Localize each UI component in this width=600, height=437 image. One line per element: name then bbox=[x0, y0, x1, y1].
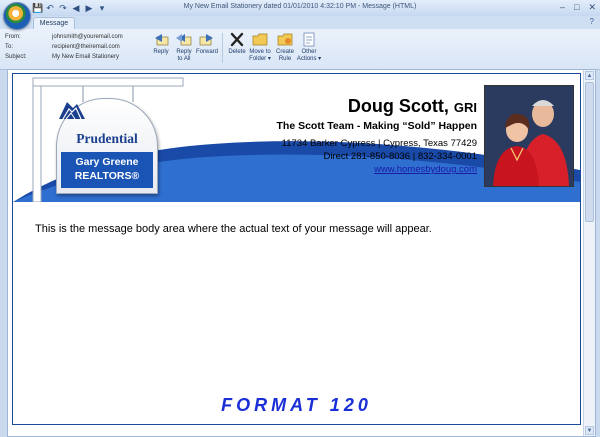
team-tagline: The Scott Team - Making “Sold” Happen bbox=[276, 120, 478, 132]
subject-label: Subject: bbox=[5, 54, 27, 60]
scroll-up-icon[interactable]: ▲ bbox=[585, 71, 594, 80]
document-icon bbox=[301, 32, 317, 47]
realtor-sign: Prudential Gary Greene REALTORS® bbox=[56, 98, 158, 194]
scroll-down-icon[interactable]: ▼ bbox=[585, 426, 594, 435]
reply-all-icon bbox=[176, 32, 192, 47]
agent-designation: GRI bbox=[453, 100, 477, 115]
agent-website-link[interactable]: www.homesbydoug.com bbox=[277, 163, 477, 176]
message-body-pane[interactable]: Prudential Gary Greene REALTORS® Doug Sc… bbox=[7, 69, 596, 437]
minimize-button[interactable]: – bbox=[560, 2, 565, 13]
from-value: johnsmith@youremail.com bbox=[52, 34, 123, 40]
to-value: recipient@theiremail.com bbox=[52, 44, 120, 50]
maximize-button[interactable]: □ bbox=[574, 2, 579, 13]
window-controls: – □ ✕ bbox=[560, 2, 596, 13]
subject-value: My New Email Stationery bbox=[52, 54, 120, 60]
vertical-scrollbar[interactable]: ▲ ▼ bbox=[583, 70, 595, 436]
close-button[interactable]: ✕ bbox=[588, 2, 596, 13]
window-title: My New Email Stationery dated 01/01/2010… bbox=[183, 3, 417, 10]
scroll-thumb[interactable] bbox=[585, 82, 594, 222]
delete-icon bbox=[229, 32, 245, 47]
ribbon: From: To: Subject: johnsmith@youremail.c… bbox=[0, 29, 600, 70]
stationery-banner: Prudential Gary Greene REALTORS® Doug Sc… bbox=[13, 74, 580, 202]
format-label: FORMAT 120 bbox=[221, 395, 372, 415]
ribbon-tabs: Message ? bbox=[0, 16, 600, 30]
rule-icon bbox=[277, 32, 293, 47]
brokerage-label: Gary Greene REALTORS® bbox=[61, 152, 153, 188]
agent-address: 11734 Barker Cypress | Cypress, Texas 77… bbox=[281, 138, 477, 149]
title-bar: 💾 ↶ ↷ ◀ ▶ ▾ My New Email Stationery date… bbox=[0, 0, 600, 17]
other-actions-button[interactable]: Other Actions ▾ bbox=[296, 32, 322, 63]
ribbon-separator bbox=[222, 33, 223, 63]
forward-icon bbox=[199, 32, 215, 47]
help-icon[interactable]: ? bbox=[590, 17, 594, 26]
forward-button[interactable]: Forward bbox=[194, 32, 220, 56]
agent-name: Doug Scott, GRI bbox=[347, 96, 477, 116]
couple-photo-graphic bbox=[485, 86, 573, 186]
agent-phone: Direct 281-850-8036 | 832-334-0001 bbox=[323, 151, 477, 162]
reply-icon bbox=[153, 32, 169, 47]
message-body-text[interactable]: This is the message body area where the … bbox=[35, 223, 432, 235]
create-rule-button[interactable]: Create Rule bbox=[272, 32, 298, 63]
agent-photo bbox=[484, 85, 574, 187]
agent-contact-block: Doug Scott, GRI The Scott Team - Making … bbox=[277, 95, 478, 176]
email-stationery: Prudential Gary Greene REALTORS® Doug Sc… bbox=[12, 73, 581, 425]
to-label: To: bbox=[5, 44, 14, 50]
header-values: johnsmith@youremail.com recipient@theire… bbox=[52, 32, 123, 62]
prudential-logo-text: Prudential bbox=[76, 131, 138, 146]
folder-icon bbox=[252, 32, 268, 47]
from-label: From: bbox=[5, 34, 21, 40]
office-button[interactable] bbox=[3, 2, 31, 30]
header-labels: From: To: Subject: bbox=[5, 32, 27, 62]
move-to-folder-button[interactable]: Move to Folder ▾ bbox=[247, 32, 273, 63]
rock-logo-icon bbox=[59, 102, 85, 120]
